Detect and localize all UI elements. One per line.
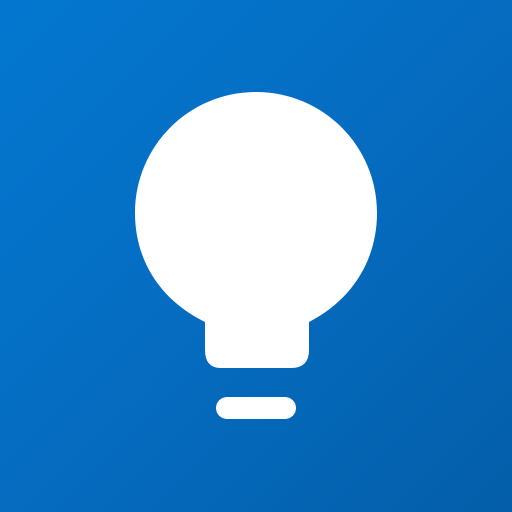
app-icon[interactable]	[0, 0, 512, 512]
app-icon-graphic	[0, 0, 512, 512]
lightbulb-base-icon	[216, 397, 296, 419]
